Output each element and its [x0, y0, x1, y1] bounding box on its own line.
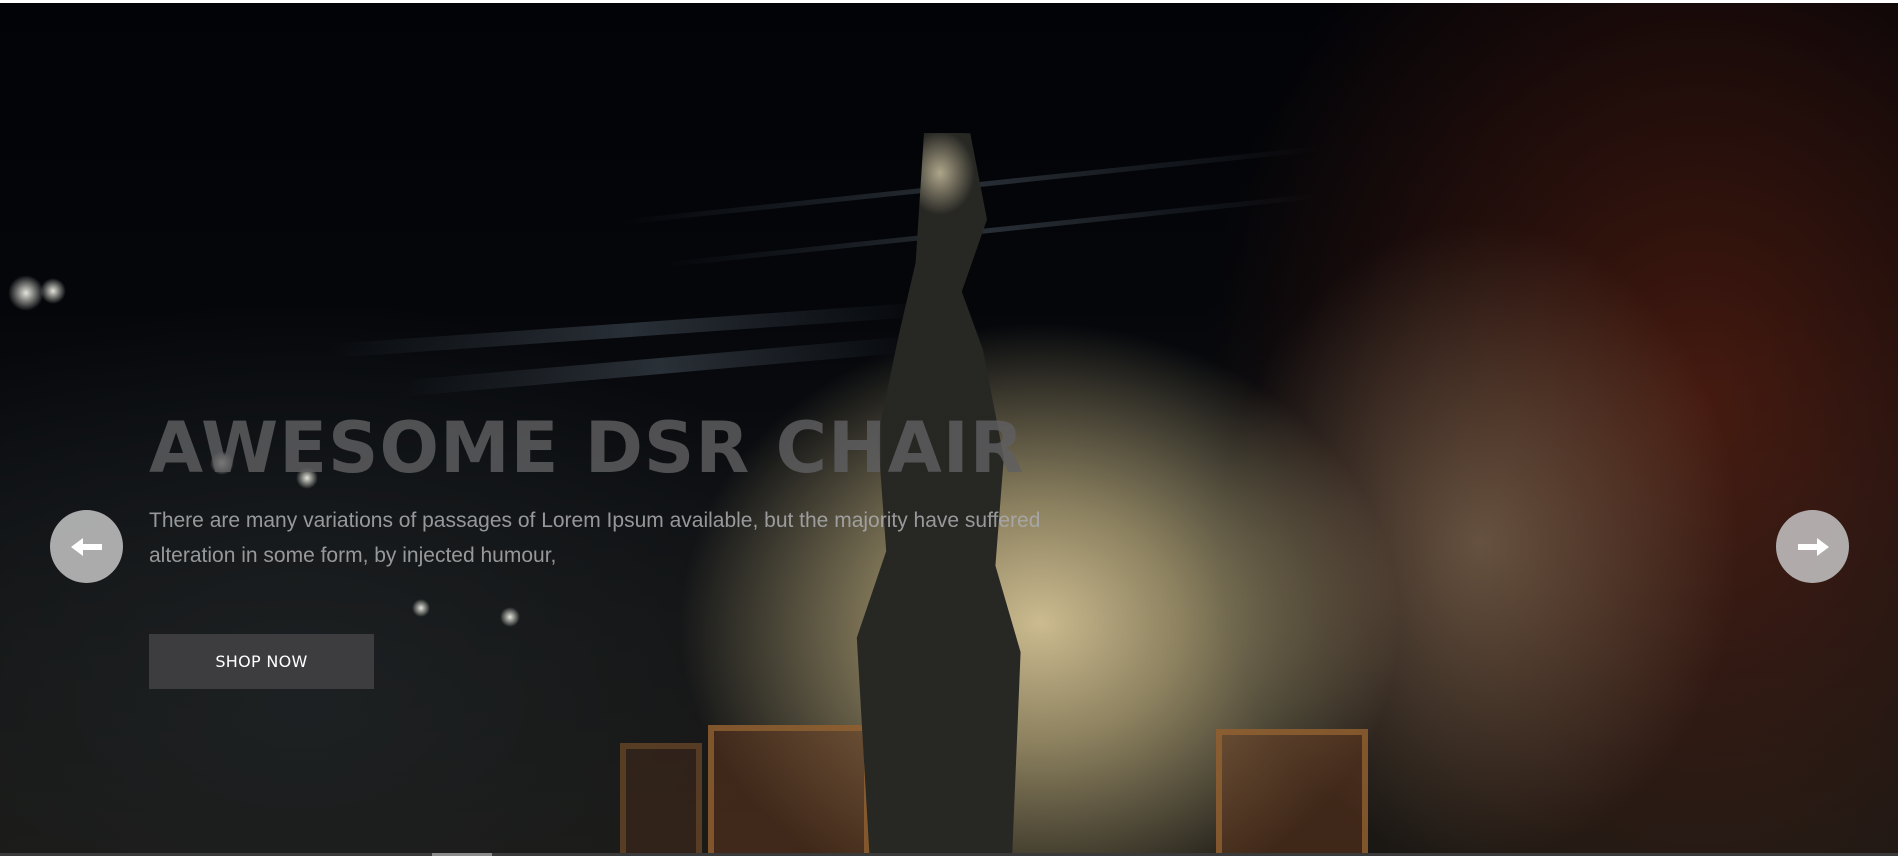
shop-now-button[interactable]: SHOP NOW: [149, 634, 374, 689]
slider-next-button[interactable]: [1776, 510, 1849, 583]
background-light: [8, 275, 44, 311]
hero-title: AWESOME DSR CHAIR: [149, 407, 1025, 489]
slider-prev-button[interactable]: [50, 510, 123, 583]
background-light: [40, 278, 66, 304]
background-light: [500, 607, 520, 627]
background-frame: [620, 743, 702, 854]
arrow-right-icon: [1797, 537, 1829, 557]
background-frame: [708, 725, 870, 854]
arrow-left-icon: [70, 537, 103, 557]
background-frame: [1216, 729, 1368, 854]
page: AWESOME DSR CHAIR There are many variati…: [0, 0, 1898, 856]
hero-content: AWESOME DSR CHAIR There are many variati…: [149, 405, 1149, 689]
background-light: [412, 599, 430, 617]
hero-description: There are many variations of passages of…: [149, 509, 1041, 567]
